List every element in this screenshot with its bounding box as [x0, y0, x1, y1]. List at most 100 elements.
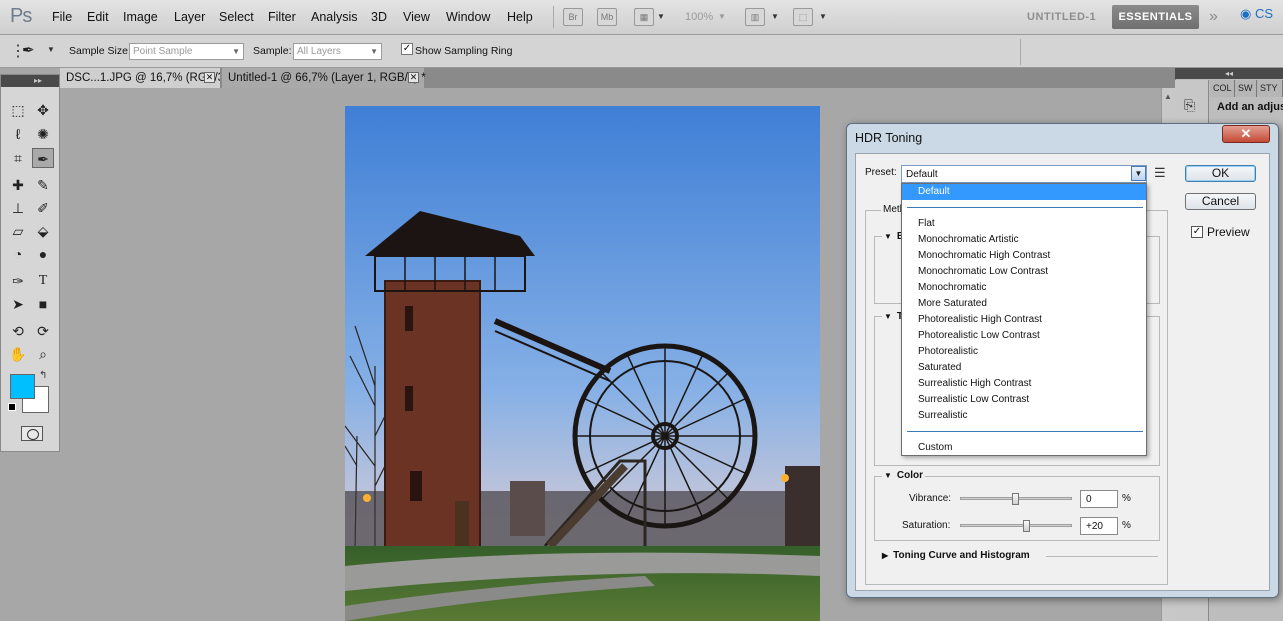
- lasso-tool-icon[interactable]: ℓ: [7, 124, 29, 144]
- 3d-orbit-tool-icon[interactable]: ⟳: [32, 321, 54, 341]
- waterwheel-tower-photo: [345, 106, 820, 621]
- marquee-tool-icon[interactable]: ⬚: [7, 100, 29, 120]
- divider: [1046, 556, 1158, 557]
- 3d-rotate-tool-icon[interactable]: ⟲: [7, 321, 29, 341]
- paint-bucket-tool-icon[interactable]: ⬙: [32, 221, 54, 241]
- preset-option[interactable]: Monochromatic Artistic: [902, 232, 1146, 248]
- tools-panel-header[interactable]: ▸▸: [1, 75, 59, 87]
- tab-styles[interactable]: STY: [1257, 80, 1283, 97]
- menu-help[interactable]: Help: [507, 10, 533, 24]
- saturation-input[interactable]: +20: [1080, 517, 1118, 535]
- preset-option[interactable]: Photorealistic Low Contrast: [902, 328, 1146, 344]
- color-header[interactable]: ▼ Color: [882, 470, 926, 481]
- preset-option[interactable]: Monochromatic High Contrast: [902, 248, 1146, 264]
- menu-layer[interactable]: Layer: [174, 10, 205, 24]
- preset-options-menu-icon[interactable]: ☰: [1154, 165, 1166, 181]
- zoom-chevron-icon[interactable]: ▼: [718, 12, 726, 21]
- menu-bar: Ps File Edit Image Layer Select Filter A…: [0, 0, 1283, 35]
- preset-select[interactable]: Default: [901, 165, 1147, 183]
- clone-stamp-tool-icon[interactable]: ⊥: [7, 198, 29, 218]
- saturation-slider-track[interactable]: [960, 524, 1072, 527]
- screen-mode-icon[interactable]: ⬚: [793, 8, 813, 26]
- eraser-tool-icon[interactable]: ▱: [7, 221, 29, 241]
- workspace-essentials-button[interactable]: ESSENTIALS: [1112, 5, 1199, 29]
- preset-option[interactable]: Default: [902, 184, 1146, 200]
- menu-edit[interactable]: Edit: [87, 10, 109, 24]
- tab-document-photo[interactable]: DSC...1.JPG @ 16,7% (RGB/32*) *: [60, 68, 220, 88]
- preset-option[interactable]: Monochromatic Low Contrast: [902, 264, 1146, 280]
- preset-option[interactable]: Surrealistic Low Contrast: [902, 392, 1146, 408]
- screen-mode-chevron-icon[interactable]: ▼: [819, 12, 827, 21]
- menu-select[interactable]: Select: [219, 10, 254, 24]
- default-colors-icon[interactable]: [8, 403, 16, 411]
- sample-size-select[interactable]: Point Sample ▼: [129, 43, 244, 60]
- preset-option[interactable]: Surrealistic: [902, 408, 1146, 424]
- menu-3d[interactable]: 3D: [371, 10, 387, 24]
- view-extras-icon[interactable]: ▦: [634, 8, 654, 26]
- zoom-tool-icon[interactable]: ⌕: [32, 344, 54, 364]
- menu-filter[interactable]: Filter: [268, 10, 296, 24]
- magic-wand-tool-icon[interactable]: ✺: [32, 124, 54, 144]
- chevron-down-icon[interactable]: ▼: [1131, 166, 1146, 181]
- preset-option[interactable]: Custom: [902, 440, 1146, 456]
- history-brush-tool-icon[interactable]: ✐: [32, 198, 54, 218]
- preset-option[interactable]: More Saturated: [902, 296, 1146, 312]
- arrange-documents-icon[interactable]: ▥: [745, 8, 765, 26]
- menu-view[interactable]: View: [403, 10, 430, 24]
- mini-bridge-icon[interactable]: Mb: [597, 8, 617, 26]
- rectangle-tool-icon[interactable]: ■: [32, 294, 54, 314]
- pen-tool-icon[interactable]: ✑: [7, 271, 29, 291]
- preset-option[interactable]: Saturated: [902, 360, 1146, 376]
- quick-mask-icon[interactable]: [21, 426, 43, 441]
- menu-file[interactable]: File: [52, 10, 72, 24]
- type-tool-icon[interactable]: T: [32, 271, 54, 291]
- panel-collapse-bar[interactable]: ◂◂: [1175, 68, 1283, 79]
- preset-option[interactable]: Flat: [902, 216, 1146, 232]
- tab-document-untitled[interactable]: Untitled-1 @ 66,7% (Layer 1, RGB/8) *: [222, 68, 426, 88]
- arrange-chevron-icon[interactable]: ▼: [771, 12, 779, 21]
- sample-select[interactable]: All Layers ▼: [293, 43, 382, 60]
- preset-option[interactable]: Photorealistic High Contrast: [902, 312, 1146, 328]
- blur-tool-icon[interactable]: ◔: [7, 244, 29, 264]
- menu-analysis[interactable]: Analysis: [311, 10, 358, 24]
- view-extras-chevron-icon[interactable]: ▼: [657, 12, 665, 21]
- close-button[interactable]: ✕: [1222, 125, 1270, 143]
- sampling-ring-checkbox[interactable]: ✓: [401, 43, 413, 55]
- healing-brush-tool-icon[interactable]: ✚: [7, 175, 29, 195]
- menu-image[interactable]: Image: [123, 10, 158, 24]
- cancel-button[interactable]: Cancel: [1185, 193, 1256, 210]
- vibrance-slider-thumb[interactable]: [1012, 493, 1019, 505]
- tab-color[interactable]: COL: [1210, 80, 1235, 97]
- path-selection-tool-icon[interactable]: ➤: [7, 294, 29, 314]
- eyedropper-preset-icon[interactable]: ✒: [22, 41, 35, 59]
- scroll-up-icon[interactable]: ▲: [1164, 92, 1172, 101]
- toning-curve-header[interactable]: ▶ Toning Curve and Histogram: [882, 550, 1030, 561]
- saturation-slider-thumb[interactable]: [1023, 520, 1031, 532]
- workspace-document-name[interactable]: UNTITLED-1: [1027, 11, 1096, 23]
- brush-tool-icon[interactable]: ✎: [32, 175, 54, 195]
- swap-colors-icon[interactable]: ↰: [39, 370, 47, 381]
- preview-checkbox[interactable]: ✓: [1191, 226, 1203, 238]
- caret-down-icon: ▼: [884, 232, 892, 241]
- crop-tool-icon[interactable]: ⌗: [7, 148, 29, 168]
- history-panel-icon[interactable]: ⎘: [1184, 97, 1195, 114]
- preset-separator: [907, 431, 1143, 432]
- tab-swatches[interactable]: SW: [1235, 80, 1257, 97]
- menu-window[interactable]: Window: [446, 10, 490, 24]
- document-image[interactable]: [345, 106, 820, 621]
- eyedropper-tool-icon[interactable]: ✒: [32, 148, 54, 168]
- tool-preset-chevron-icon[interactable]: ▼: [47, 45, 55, 54]
- preset-option[interactable]: Monochromatic: [902, 280, 1146, 296]
- preset-option[interactable]: Surrealistic High Contrast: [902, 376, 1146, 392]
- cs-live-icon[interactable]: ◉ CS: [1240, 6, 1273, 22]
- bridge-icon[interactable]: Br: [563, 8, 583, 26]
- dodge-tool-icon[interactable]: ●: [32, 244, 54, 264]
- vibrance-input[interactable]: 0: [1080, 490, 1118, 508]
- preset-option[interactable]: Photorealistic: [902, 344, 1146, 360]
- hand-tool-icon[interactable]: ✋: [7, 344, 29, 364]
- ok-button[interactable]: OK: [1185, 165, 1256, 182]
- move-tool-icon[interactable]: ✥: [32, 100, 54, 120]
- zoom-level[interactable]: 100%: [685, 11, 713, 23]
- workspace-more-icon[interactable]: »: [1209, 8, 1218, 26]
- foreground-color-swatch[interactable]: [10, 374, 35, 399]
